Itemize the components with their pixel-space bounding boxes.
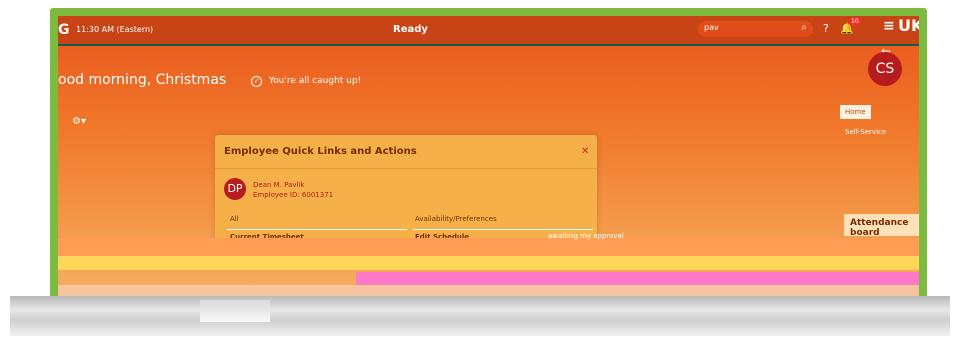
- employee-name[interactable]: Dean M. Pavlik: [253, 181, 304, 189]
- all-link[interactable]: All: [230, 215, 239, 223]
- caught-up-text: You're all caught up!: [268, 76, 362, 86]
- ukg-logo: UK: [898, 16, 919, 35]
- employee-id: Employee ID: 6001371: [253, 191, 334, 199]
- app-screen: G 11:30 AM (Eastern) Ready pav ⌕ ? 🔔 10 …: [58, 16, 919, 298]
- employee-avatar: DP: [224, 178, 246, 200]
- glitch-band-pink: [356, 272, 919, 285]
- user-avatar[interactable]: CS: [868, 52, 902, 86]
- search-value: pav: [704, 23, 719, 32]
- monitor-bezel: [10, 296, 950, 336]
- search-icon[interactable]: ⌕: [801, 22, 807, 33]
- divider: [413, 229, 593, 230]
- quick-links-modal: Employee Quick Links and Actions ✕ DP De…: [215, 135, 597, 241]
- notification-badge: 10: [849, 18, 861, 25]
- status-text: Ready: [393, 24, 428, 35]
- close-icon[interactable]: ✕: [581, 146, 589, 157]
- modal-divider: [215, 168, 597, 169]
- gear-icon[interactable]: ⚙▾: [72, 116, 86, 127]
- top-bar: G 11:30 AM (Eastern) Ready pav ⌕ ? 🔔 10 …: [58, 16, 919, 46]
- glitch-band-orange: [58, 238, 919, 256]
- tab-bar: Home Self-Service: [840, 99, 919, 136]
- hamburger-icon[interactable]: ≡: [883, 18, 895, 34]
- monitor-stand: [200, 300, 270, 322]
- divider: [227, 229, 407, 230]
- awaiting-approval-text: awaiting my approval: [548, 232, 624, 240]
- clock: 11:30 AM (Eastern): [76, 25, 154, 34]
- greeting: ood morning, Christmas: [58, 72, 227, 88]
- tab-self-service[interactable]: Self-Service: [840, 125, 891, 139]
- modal-title: Employee Quick Links and Actions: [224, 146, 417, 157]
- attendance-board-title[interactable]: Attendance board: [844, 214, 919, 238]
- check-circle-icon: ✓: [251, 76, 262, 87]
- search-input[interactable]: pav ⌕: [698, 21, 813, 37]
- tab-home[interactable]: Home: [840, 105, 871, 119]
- caught-up-message: ✓ You're all caught up!: [251, 76, 361, 87]
- brand-logo: G: [58, 22, 70, 38]
- availability-link[interactable]: Availability/Preferences: [415, 215, 497, 223]
- glitch-band-yellow: [58, 256, 919, 270]
- help-icon[interactable]: ?: [823, 22, 829, 35]
